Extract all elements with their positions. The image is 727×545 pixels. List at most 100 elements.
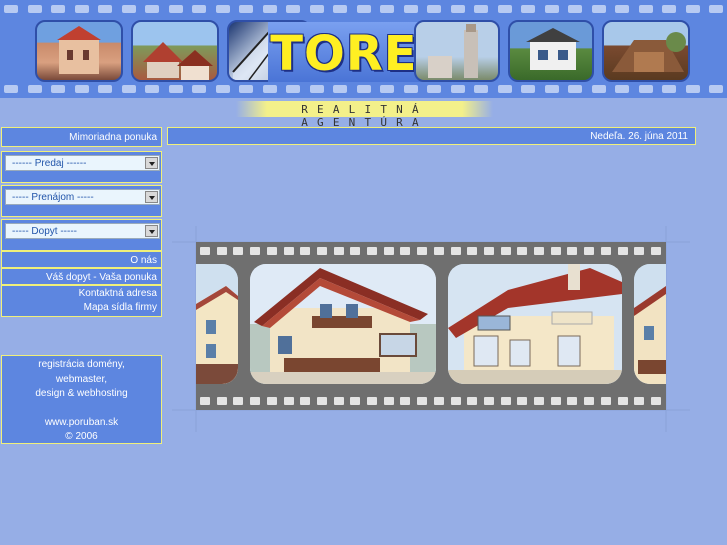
- film-hole: [262, 85, 277, 93]
- film-hole: [591, 85, 606, 93]
- header-banner: TOREA: [0, 0, 727, 98]
- film-hole: [233, 397, 244, 405]
- film-hole: [615, 85, 629, 93]
- rent-select-value: ----- Prenájom -----: [12, 192, 94, 203]
- header-photo-4: [414, 20, 500, 82]
- film-hole: [427, 5, 441, 13]
- about-link[interactable]: O nás: [2, 252, 161, 269]
- contact-box: Kontaktná adresa Mapa sídla firmy: [1, 285, 162, 317]
- credits-box: registrácia domény, webmaster, design & …: [1, 355, 162, 444]
- offer-box: Mimoriadna ponuka: [1, 127, 162, 147]
- film-hole: [300, 397, 311, 405]
- film-hole: [333, 247, 344, 255]
- film-hole: [521, 5, 535, 13]
- inquiry-link[interactable]: Váš dopyt - Vaša ponuka: [2, 269, 161, 286]
- film-hole: [567, 247, 578, 255]
- film-hole: [350, 397, 361, 405]
- contact-link[interactable]: Kontaktná adresa: [2, 286, 161, 301]
- film-hole: [200, 247, 210, 255]
- film-hole: [168, 5, 183, 13]
- film-hole: [450, 85, 465, 93]
- film-hole: [500, 397, 511, 405]
- film-hole: [283, 397, 294, 405]
- film-hole: [634, 247, 645, 255]
- film-hole: [483, 247, 494, 255]
- film-hole: [216, 247, 227, 255]
- film-hole: [662, 5, 676, 13]
- offer-link[interactable]: Mimoriadna ponuka: [2, 128, 161, 145]
- film-hole: [568, 5, 582, 13]
- chevron-down-icon[interactable]: [145, 191, 158, 203]
- map-link[interactable]: Mapa sídla firmy: [2, 301, 161, 316]
- film-hole: [638, 5, 653, 13]
- film-hole: [356, 5, 371, 13]
- credits-line-webmaster[interactable]: webmaster,: [2, 373, 161, 388]
- about-box: O nás: [1, 251, 162, 268]
- film-hole: [27, 85, 42, 93]
- film-hole: [383, 397, 394, 405]
- film-holes-bottom: [0, 85, 727, 95]
- film-hole: [356, 85, 371, 93]
- credits-spacer: [2, 402, 161, 416]
- film-hole: [403, 5, 418, 13]
- film-hole: [417, 397, 428, 405]
- film-hole: [121, 5, 136, 13]
- film-hole: [433, 247, 444, 255]
- demand-select[interactable]: ----- Dopyt -----: [5, 223, 160, 239]
- film-hole: [567, 397, 578, 405]
- film-hole: [617, 247, 628, 255]
- film-photo-right: [634, 264, 666, 384]
- film-hole: [350, 247, 361, 255]
- film-strip-holes-top: [196, 247, 666, 257]
- film-hole: [600, 397, 611, 405]
- tagline: REALITNÁ AGENTÚRA: [301, 103, 428, 129]
- film-hole: [450, 5, 465, 13]
- header-photo-1: [35, 20, 123, 82]
- film-hole: [215, 85, 230, 93]
- chevron-down-icon[interactable]: [145, 157, 158, 169]
- film-hole: [216, 397, 227, 405]
- film-hole: [709, 5, 723, 13]
- film-hole: [121, 85, 136, 93]
- film-hole: [517, 247, 528, 255]
- film-hole: [550, 397, 561, 405]
- header-photo-2: [131, 20, 219, 82]
- header-photo-6: [602, 20, 690, 82]
- film-hole: [192, 5, 206, 13]
- credits-line-domain[interactable]: registrácia domény,: [2, 358, 161, 373]
- film-hole: [192, 85, 206, 93]
- film-hole: [367, 397, 377, 405]
- film-hole: [239, 5, 253, 13]
- film-hole: [380, 5, 394, 13]
- credits-link-site[interactable]: www.poruban.sk: [2, 416, 161, 431]
- film-hole: [600, 247, 611, 255]
- film-hole: [316, 397, 327, 405]
- film-hole: [450, 247, 461, 255]
- film-hole: [467, 247, 478, 255]
- film-hole: [417, 247, 428, 255]
- film-hole: [215, 5, 230, 13]
- film-hole: [400, 397, 411, 405]
- film-hole: [27, 5, 42, 13]
- sale-select-box: ------ Predaj ------: [1, 151, 162, 183]
- film-hole: [544, 85, 559, 93]
- film-hole: [262, 5, 277, 13]
- date-bar: Nedeľa. 26. júna 2011: [167, 127, 696, 145]
- film-hole: [145, 5, 159, 13]
- film-hole: [500, 247, 511, 255]
- film-hole: [51, 85, 65, 93]
- sale-select[interactable]: ------ Predaj ------: [5, 155, 160, 171]
- rent-select[interactable]: ----- Prenájom -----: [5, 189, 160, 205]
- film-hole: [403, 85, 418, 93]
- demand-select-value: ----- Dopyt -----: [12, 226, 77, 237]
- chevron-down-icon[interactable]: [145, 225, 158, 237]
- film-hole: [474, 5, 488, 13]
- credits-line-design[interactable]: design & webhosting: [2, 387, 161, 402]
- film-hole: [584, 397, 595, 405]
- film-hole: [685, 5, 700, 13]
- film-hole: [584, 247, 595, 255]
- film-hole: [521, 85, 535, 93]
- film-hole: [4, 5, 18, 13]
- tagline-bar: REALITNÁ AGENTÚRA: [236, 101, 493, 129]
- film-hole: [568, 85, 582, 93]
